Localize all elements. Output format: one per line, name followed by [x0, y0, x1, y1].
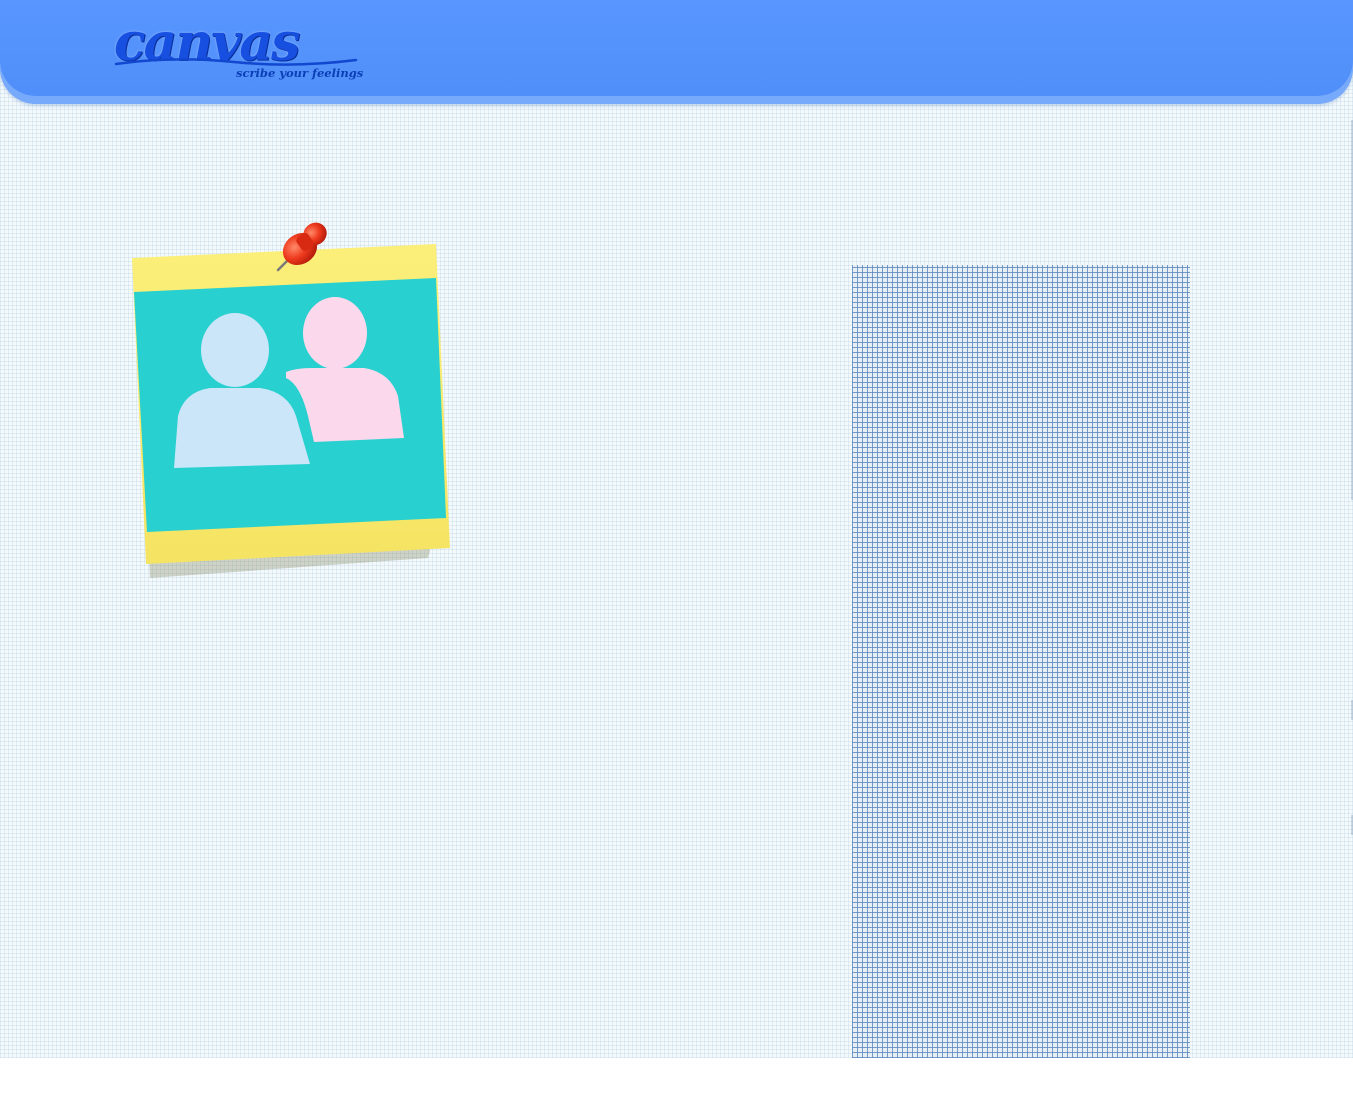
side-panel: [852, 265, 1190, 1058]
sticky-note-friends[interactable]: [128, 220, 458, 585]
header-bar: canvas scribe your feelings: [0, 0, 1353, 104]
canvas-logo[interactable]: canvas scribe your feelings: [114, 12, 364, 88]
sticky-note-graphic: [132, 222, 450, 578]
logo-tagline: scribe your feelings: [236, 66, 364, 80]
